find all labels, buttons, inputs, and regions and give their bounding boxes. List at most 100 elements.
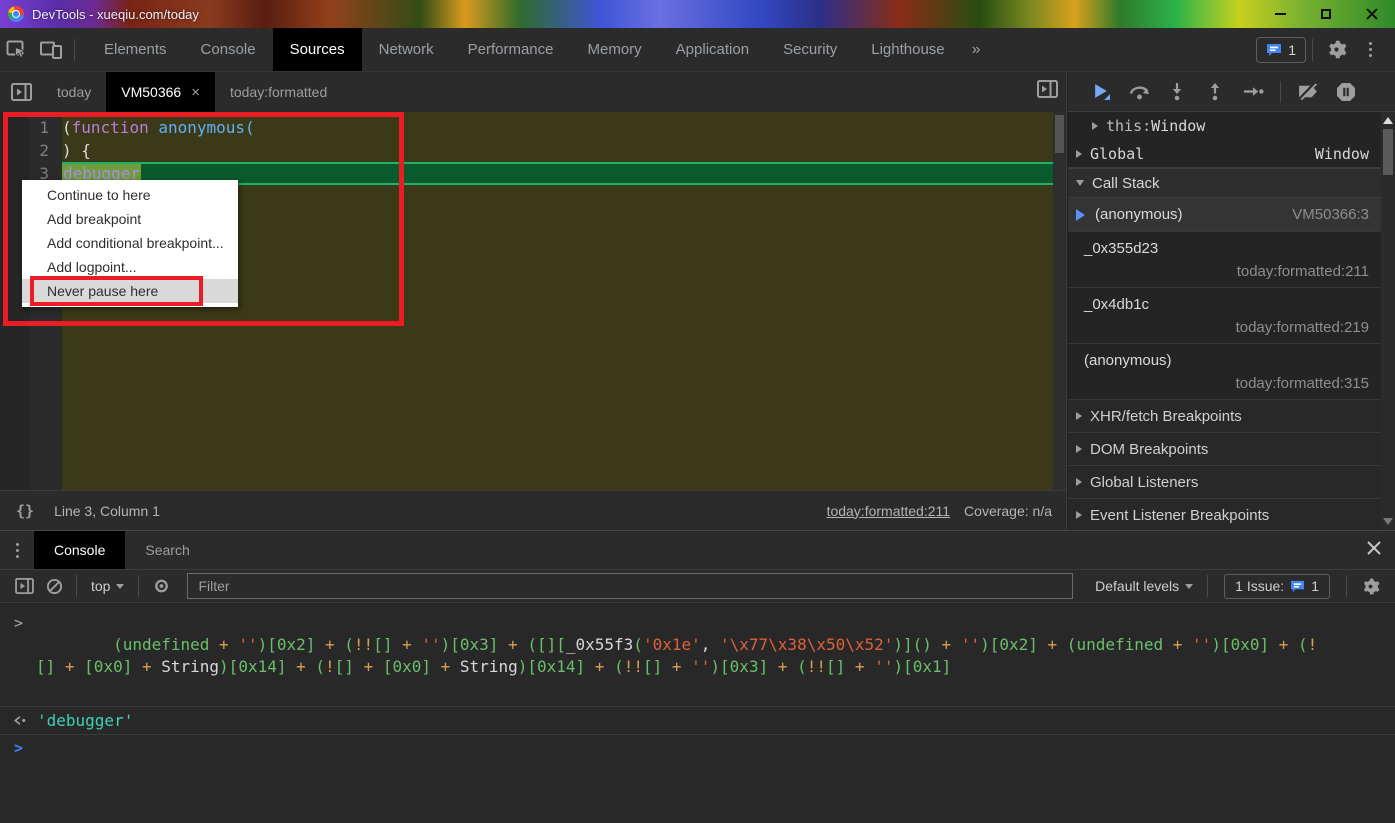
call-stack-frame[interactable]: _0x355d23 today:formatted:211 (1068, 232, 1381, 288)
source-location-link[interactable]: today:formatted:211 (827, 503, 950, 519)
context-menu-item[interactable]: Add conditional breakpoint... (22, 231, 238, 255)
main-menu-button[interactable] (1353, 33, 1387, 67)
clear-console-button[interactable] (40, 569, 68, 603)
disclosure-triangle-icon[interactable] (1076, 412, 1082, 420)
editor-scrollbar[interactable] (1053, 112, 1066, 490)
result-arrow-icon (13, 716, 26, 725)
line-number[interactable]: 2 (0, 139, 62, 162)
console-token: !! (806, 657, 827, 676)
call-stack-frame[interactable]: _0x4db1c today:formatted:219 (1068, 288, 1381, 344)
issues-badge[interactable]: 1 (1256, 36, 1306, 63)
console-filter-input[interactable] (187, 573, 1074, 599)
context-menu-item[interactable]: Never pause here (22, 279, 238, 303)
panel-tab[interactable]: Sources (272, 28, 362, 71)
call-stack-frame[interactable]: (anonymous) VM50366:3 (1068, 198, 1381, 232)
scroll-down-arrow-icon[interactable] (1383, 518, 1393, 525)
disclosure-triangle-icon[interactable] (1076, 445, 1082, 453)
sidebar-scroll-thumb[interactable] (1383, 129, 1393, 175)
console-output[interactable]: > (undefined + '')[0x2] + (!![] + '')[0x3… (0, 605, 1395, 823)
disclosure-triangle-icon[interactable] (1092, 122, 1098, 130)
console-token: '\x77\x38\x50\x52' (720, 635, 894, 654)
resume-button[interactable] (1084, 77, 1118, 107)
console-prompt-row[interactable]: > (0, 735, 1395, 761)
scope-global-row[interactable]: Global Window (1068, 140, 1381, 168)
live-expression-button[interactable] (147, 569, 175, 603)
inspect-element-button[interactable] (0, 33, 34, 67)
console-token: String (459, 657, 518, 676)
scroll-up-arrow-icon[interactable] (1383, 117, 1393, 124)
step-icon (1243, 87, 1264, 96)
console-sidebar-toggle-icon (14, 578, 34, 594)
editor-scroll-thumb[interactable] (1055, 115, 1064, 153)
resume-icon (1094, 84, 1110, 100)
minimize-button[interactable] (1257, 0, 1303, 28)
disclosure-triangle-icon[interactable] (1076, 511, 1082, 519)
coverage-status: Coverage: n/a (964, 502, 1052, 519)
file-tab[interactable]: VM50366 × (106, 72, 215, 112)
step-out-button[interactable] (1198, 77, 1232, 107)
panel-tab[interactable]: Memory (571, 28, 659, 71)
context-menu-item[interactable]: Add breakpoint (22, 207, 238, 231)
line-number[interactable]: 1 (0, 116, 62, 139)
log-levels-dropdown[interactable]: Default levels (1089, 578, 1199, 594)
code-line: 1 (function anonymous( (0, 116, 1066, 139)
context-menu-item[interactable]: Continue to here (22, 183, 238, 207)
console-settings-button[interactable] (1355, 569, 1385, 603)
console-sidebar-toggle-button[interactable] (10, 569, 38, 603)
file-tab[interactable]: today (42, 72, 106, 112)
sidebar-section-header[interactable]: DOM Breakpoints (1068, 433, 1381, 466)
file-tab[interactable]: today:formatted (215, 72, 342, 112)
pause-on-exceptions-icon (1337, 82, 1355, 101)
device-toolbar-button[interactable] (34, 33, 68, 67)
sidebar-scrollbar[interactable] (1381, 112, 1395, 530)
call-stack-frame[interactable]: (anonymous) today:formatted:315 (1068, 344, 1381, 400)
context-selector-label: top (91, 578, 111, 594)
drawer-menu-button[interactable] (0, 531, 34, 569)
more-panels-button[interactable]: » (962, 41, 991, 59)
kebab-menu-icon (1368, 42, 1372, 45)
sidebar-section-label: XHR/fetch Breakpoints (1090, 407, 1242, 425)
step-button[interactable] (1236, 77, 1270, 107)
close-button[interactable] (1349, 0, 1395, 28)
context-menu-item[interactable]: Add logpoint... (22, 255, 238, 279)
navigator-toggle-button[interactable] (4, 75, 38, 109)
disclosure-triangle-icon[interactable] (1076, 180, 1084, 186)
pause-on-exceptions-button[interactable] (1329, 77, 1363, 107)
disclosure-triangle-icon[interactable] (1076, 478, 1082, 486)
panel-tab[interactable]: Network (362, 28, 451, 71)
step-over-button[interactable] (1122, 77, 1156, 107)
sidebar-section-header[interactable]: XHR/fetch Breakpoints (1068, 400, 1381, 433)
code-editor[interactable]: 1 (function anonymous( 2 ) { 3 debugger … (0, 112, 1066, 490)
debugger-toolbar (1068, 72, 1395, 112)
sidebar-section-header[interactable]: Global Listeners (1068, 466, 1381, 499)
file-tab-close-icon[interactable]: × (191, 84, 200, 101)
settings-button[interactable] (1319, 33, 1353, 67)
step-into-button[interactable] (1160, 77, 1194, 107)
maximize-button[interactable] (1303, 0, 1349, 28)
context-selector[interactable]: top (85, 578, 130, 594)
issues-label: 1 Issue: (1235, 578, 1285, 594)
debugger-sidebar-toggle-button[interactable] (1037, 80, 1058, 103)
frame-location: VM50366:3 (1292, 206, 1369, 223)
panel-tab[interactable]: Performance (451, 28, 571, 71)
console-token: ! (325, 657, 335, 676)
scope-this-row[interactable]: this: Window (1068, 112, 1381, 140)
panel-tab[interactable]: Application (659, 28, 766, 71)
panel-tab[interactable]: Security (766, 28, 854, 71)
panel-tab[interactable]: Console (184, 28, 273, 71)
issues-counter-button[interactable]: 1 Issue: 1 (1224, 573, 1330, 599)
drawer-tab[interactable]: Console (34, 531, 126, 569)
console-token: + (286, 657, 316, 676)
panel-tab[interactable]: Elements (87, 28, 184, 71)
pretty-print-icon[interactable]: {} (16, 502, 34, 520)
drawer-tab[interactable]: Search (125, 531, 209, 569)
console-toolbar: top Default levels 1 Issue: 1 (0, 569, 1395, 603)
sidebar-section-header[interactable]: Event Listener Breakpoints (1068, 499, 1381, 530)
disclosure-triangle-icon[interactable] (1076, 149, 1082, 158)
console-token: ( (1298, 635, 1308, 654)
call-stack-header[interactable]: Call Stack (1068, 168, 1381, 198)
deactivate-breakpoints-button[interactable] (1291, 77, 1325, 107)
panel-tab[interactable]: Lighthouse (854, 28, 961, 71)
close-drawer-button[interactable] (1365, 539, 1383, 562)
console-token: + (315, 635, 345, 654)
